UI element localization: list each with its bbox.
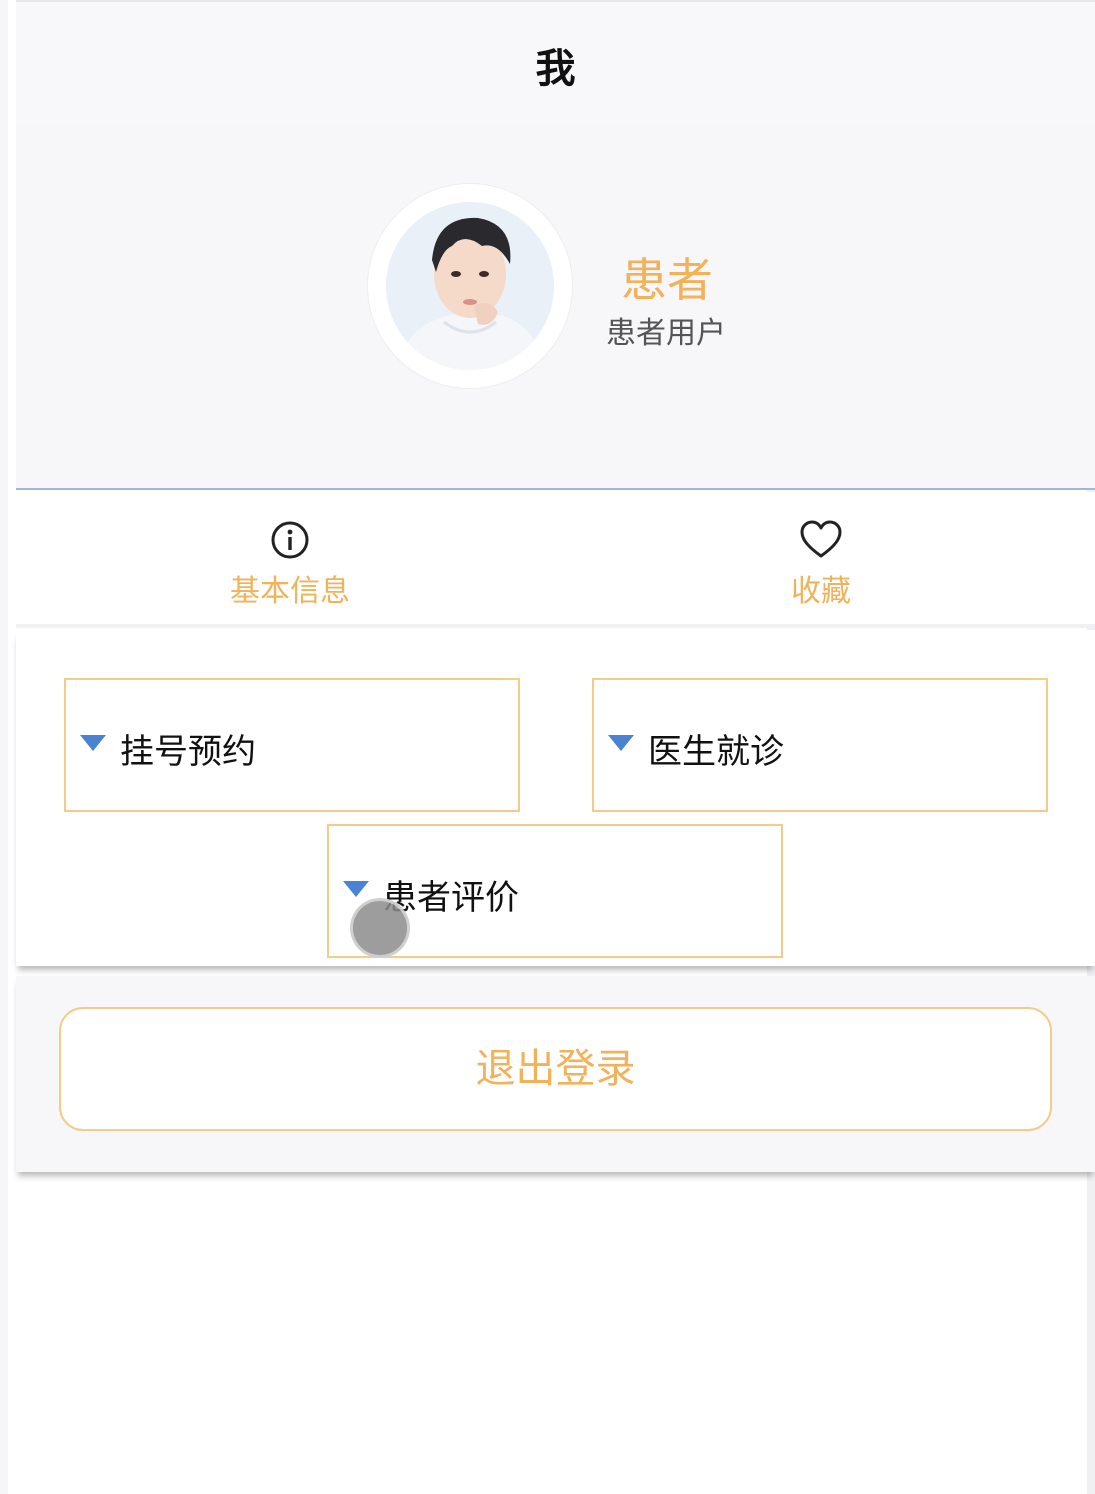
triangle-down-icon <box>80 735 106 751</box>
info-circle-icon <box>271 521 309 559</box>
logout-button[interactable]: 退出登录 <box>59 1007 1052 1131</box>
triangle-down-icon <box>608 735 634 751</box>
favorites-label: 收藏 <box>791 574 851 609</box>
avatar <box>386 202 554 370</box>
menu-card-label: 医生就诊 <box>648 732 784 772</box>
profile-header: 患者 患者用户 <box>16 122 1095 490</box>
user-name: 患者 <box>621 253 713 307</box>
triangle-down-icon <box>343 881 369 897</box>
menu-card-doctor-visit[interactable]: 医生就诊 <box>592 678 1048 812</box>
function-menu: 挂号预约 医生就诊 患者评价 <box>16 630 1095 966</box>
app-frame: 我 患者 患者用户 基本信息 收藏 挂号预约 医生就诊 患者评价 退出登录 <box>0 0 1095 1494</box>
favorites-link[interactable]: 收藏 <box>721 518 921 610</box>
page-title: 我 <box>535 46 576 92</box>
menu-card-appointment[interactable]: 挂号预约 <box>64 678 520 812</box>
logout-section: 退出登录 <box>16 976 1095 1172</box>
menu-card-label: 挂号预约 <box>120 732 256 772</box>
quicklinks-bar: 基本信息 收藏 <box>16 492 1095 628</box>
nav-bar: 我 <box>16 0 1095 122</box>
user-role: 患者用户 <box>606 316 726 351</box>
heart-icon <box>800 520 842 558</box>
basic-info-link[interactable]: 基本信息 <box>190 518 390 610</box>
basic-info-label: 基本信息 <box>230 574 350 609</box>
avatar-photo <box>386 202 554 370</box>
touch-indicator <box>350 898 410 958</box>
avatar-frame[interactable] <box>368 184 572 388</box>
